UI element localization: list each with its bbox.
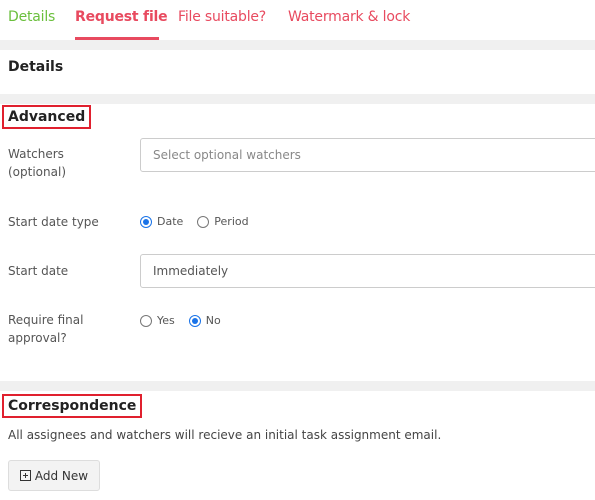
radio-checked-icon (188, 314, 201, 327)
tab-file-suitable[interactable]: File suitable? (178, 9, 266, 25)
radio-period-label: Period (214, 215, 249, 228)
tab-bar: Details Request file File suitable? Wate… (0, 0, 595, 40)
watchers-label-line1: Watchers (8, 147, 64, 161)
radio-yes-label: Yes (157, 314, 175, 327)
radio-period[interactable]: Period (197, 215, 249, 228)
section-divider (0, 40, 595, 50)
start-date-type-label: Start date type (8, 215, 99, 229)
radio-no[interactable]: No (188, 314, 221, 327)
add-new-button[interactable]: Add New (8, 460, 100, 491)
advanced-section-title: Advanced (2, 105, 92, 129)
radio-unchecked-icon (197, 215, 210, 228)
radio-yes[interactable]: Yes (140, 314, 175, 327)
details-section-title: Details (8, 59, 64, 75)
section-divider (0, 381, 595, 391)
tab-watermark-lock[interactable]: Watermark & lock (288, 9, 410, 25)
correspondence-description: All assignees and watchers will recieve … (8, 428, 442, 442)
radio-unchecked-icon (140, 314, 152, 327)
radio-date-label: Date (157, 215, 184, 228)
require-final-approval-label: Require final approval? (8, 311, 83, 347)
radio-date[interactable]: Date (140, 215, 183, 228)
correspondence-section-title: Correspondence (2, 394, 143, 418)
require-final-approval-radio-group: Yes No (140, 314, 229, 327)
watchers-label: Watchers (optional) (8, 145, 66, 181)
radio-checked-icon (140, 215, 152, 228)
plus-square-icon (19, 470, 31, 481)
start-date-type-radio-group: Date Period (140, 215, 257, 228)
add-new-label: Add New (34, 468, 89, 483)
watchers-input[interactable]: Select optional watchers (140, 138, 595, 172)
watchers-label-line2: (optional) (8, 165, 66, 179)
tab-request-file[interactable]: Request file (75, 9, 168, 25)
radio-no-label: No (205, 314, 221, 327)
section-divider (0, 94, 595, 104)
start-date-label: Start date (8, 264, 69, 278)
tab-details[interactable]: Details (8, 9, 55, 25)
start-date-input[interactable]: Immediately (140, 254, 595, 288)
require-final-approval-line1: Require final (8, 313, 84, 327)
require-final-approval-line2: approval? (8, 331, 67, 345)
